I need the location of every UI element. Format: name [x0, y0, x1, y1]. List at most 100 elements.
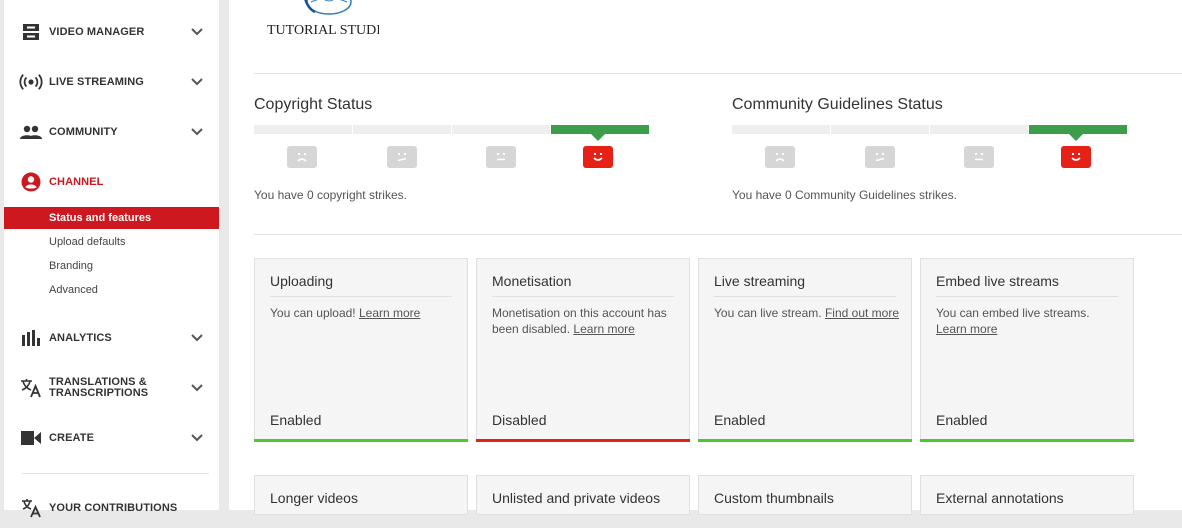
neutral-face-icon — [964, 146, 994, 168]
learn-more-link[interactable]: Learn more — [573, 322, 634, 336]
sidebar-item-label: YOUR CONTRIBUTIONS — [49, 501, 178, 514]
card-divider — [270, 296, 452, 297]
status-pointer — [591, 134, 605, 141]
translations-icon — [19, 376, 43, 400]
status-bar-enabled — [920, 439, 1134, 442]
create-icon — [19, 426, 43, 450]
track-segment — [452, 125, 550, 134]
card-status: Enabled — [714, 412, 766, 428]
card-description-text: You can live stream. — [714, 306, 822, 320]
card-title: Custom thumbnails — [714, 490, 834, 506]
sidebar-item-label: CHANNEL — [49, 175, 104, 188]
community-status-title: Community Guidelines Status — [732, 96, 943, 113]
main-content: TUTORIAL STUDIO Copyright Status You hav… — [229, 0, 1182, 515]
card-description-text: You can upload! — [270, 306, 356, 320]
track-segment-active — [551, 125, 649, 134]
sidebar-item-create[interactable]: CREATE — [4, 418, 219, 458]
track-segment-active — [1029, 125, 1127, 134]
sidebar-item-analytics[interactable]: ANALYTICS — [4, 318, 219, 358]
sidebar-subitem-label: Upload defaults — [49, 236, 126, 248]
feature-card-unlisted-private-videos: Unlisted and private videos — [476, 475, 690, 515]
sidebar-item-translations[interactable]: TRANSLATIONS & TRANSCRIPTIONS — [4, 368, 219, 408]
card-title: Unlisted and private videos — [492, 490, 661, 506]
chevron-down-icon[interactable] — [190, 381, 204, 395]
community-guidelines-status: Community Guidelines Status You have 0 C… — [732, 96, 1132, 202]
divider — [254, 234, 1182, 235]
chevron-down-icon[interactable] — [190, 25, 204, 39]
community-status-text: You have 0 Community Guidelines strikes. — [732, 188, 957, 202]
card-divider — [936, 296, 1118, 297]
card-description: You can upload! Learn more — [270, 305, 455, 321]
sidebar-subitem-branding[interactable]: Branding — [4, 255, 219, 277]
card-title: Live streaming — [714, 273, 806, 289]
feature-card-embed-live-streams: Embed live streams You can embed live st… — [920, 258, 1134, 442]
sidebar: VIDEO MANAGER LIVE STREAMING COMMUNITY C… — [4, 0, 219, 518]
sidebar-item-your-contributions[interactable]: YOUR CONTRIBUTIONS — [4, 488, 219, 528]
card-title: Longer videos — [270, 490, 358, 506]
sad-face-icon — [287, 146, 317, 168]
track-segment — [930, 125, 1028, 134]
track-segment — [831, 125, 929, 134]
unsure-face-icon — [865, 146, 895, 168]
chevron-down-icon[interactable] — [190, 431, 204, 445]
sidebar-item-community[interactable]: COMMUNITY — [4, 112, 219, 152]
status-pointer — [1069, 134, 1083, 141]
feature-card-longer-videos: Longer videos — [254, 475, 468, 515]
neutral-face-icon — [486, 146, 516, 168]
unsure-face-icon — [387, 146, 417, 168]
chevron-down-icon[interactable] — [190, 75, 204, 89]
card-title: Embed live streams — [936, 273, 1059, 289]
feature-card-external-annotations: External annotations — [920, 475, 1134, 515]
sidebar-item-label: TRANSLATIONS & TRANSCRIPTIONS — [49, 376, 149, 399]
community-icon — [19, 120, 43, 144]
sidebar-item-video-manager[interactable]: VIDEO MANAGER — [4, 12, 219, 52]
track-segment — [353, 125, 451, 134]
feature-card-uploading: Uploading You can upload! Learn more Ena… — [254, 258, 468, 442]
divider — [254, 73, 1182, 74]
card-divider — [492, 296, 674, 297]
status-faces — [254, 146, 650, 170]
sidebar-item-label: VIDEO MANAGER — [49, 25, 145, 38]
sidebar-item-live-streaming[interactable]: LIVE STREAMING — [4, 62, 219, 102]
card-description: You can live stream. Find out more — [714, 305, 899, 321]
card-divider — [714, 296, 896, 297]
status-faces — [732, 146, 1128, 170]
card-title: External annotations — [936, 490, 1064, 506]
track-segment — [732, 125, 830, 134]
sidebar-divider — [22, 473, 209, 474]
copyright-status-text: You have 0 copyright strikes. — [254, 188, 407, 202]
card-description-text: You can embed live streams. — [936, 306, 1090, 320]
channel-logo: TUTORIAL STUDIO — [259, 0, 391, 42]
learn-more-link[interactable]: Learn more — [936, 322, 997, 336]
video-manager-icon — [19, 20, 43, 44]
sidebar-item-label: COMMUNITY — [49, 125, 118, 138]
track-segment — [254, 125, 352, 134]
find-out-more-link[interactable]: Find out more — [825, 306, 899, 320]
happy-face-icon — [1061, 146, 1091, 168]
copyright-status: Copyright Status You have 0 copyright st… — [254, 96, 654, 202]
feature-card-live-streaming: Live streaming You can live stream. Find… — [698, 258, 912, 442]
learn-more-link[interactable]: Learn more — [359, 306, 420, 320]
sidebar-subitem-status-and-features[interactable]: Status and features — [4, 207, 219, 229]
feature-card-monetisation: Monetisation Monetisation on this accoun… — [476, 258, 690, 442]
analytics-icon — [19, 326, 43, 350]
card-status: Enabled — [270, 412, 322, 428]
status-bar-enabled — [698, 439, 912, 442]
chevron-down-icon[interactable] — [190, 125, 204, 139]
logo-text: TUTORIAL STUDIO — [267, 23, 379, 38]
sidebar-item-channel[interactable]: CHANNEL — [4, 162, 219, 202]
sidebar-item-label: LIVE STREAMING — [49, 75, 144, 88]
sidebar-subitem-label: Branding — [49, 260, 94, 272]
card-description: You can embed live streams. Learn more — [936, 305, 1121, 337]
sidebar-item-label: CREATE — [49, 431, 95, 444]
sidebar-subitem-label: Status and features — [49, 212, 152, 224]
feature-card-custom-thumbnails: Custom thumbnails — [698, 475, 912, 515]
copyright-status-title: Copyright Status — [254, 96, 373, 113]
sidebar-subitem-upload-defaults[interactable]: Upload defaults — [4, 231, 219, 253]
card-description: Monetisation on this account has been di… — [492, 305, 677, 337]
sad-face-icon — [765, 146, 795, 168]
sidebar-subitem-advanced[interactable]: Advanced — [4, 279, 219, 301]
status-bar-enabled — [254, 439, 468, 442]
card-title: Monetisation — [492, 273, 572, 289]
chevron-down-icon[interactable] — [190, 331, 204, 345]
